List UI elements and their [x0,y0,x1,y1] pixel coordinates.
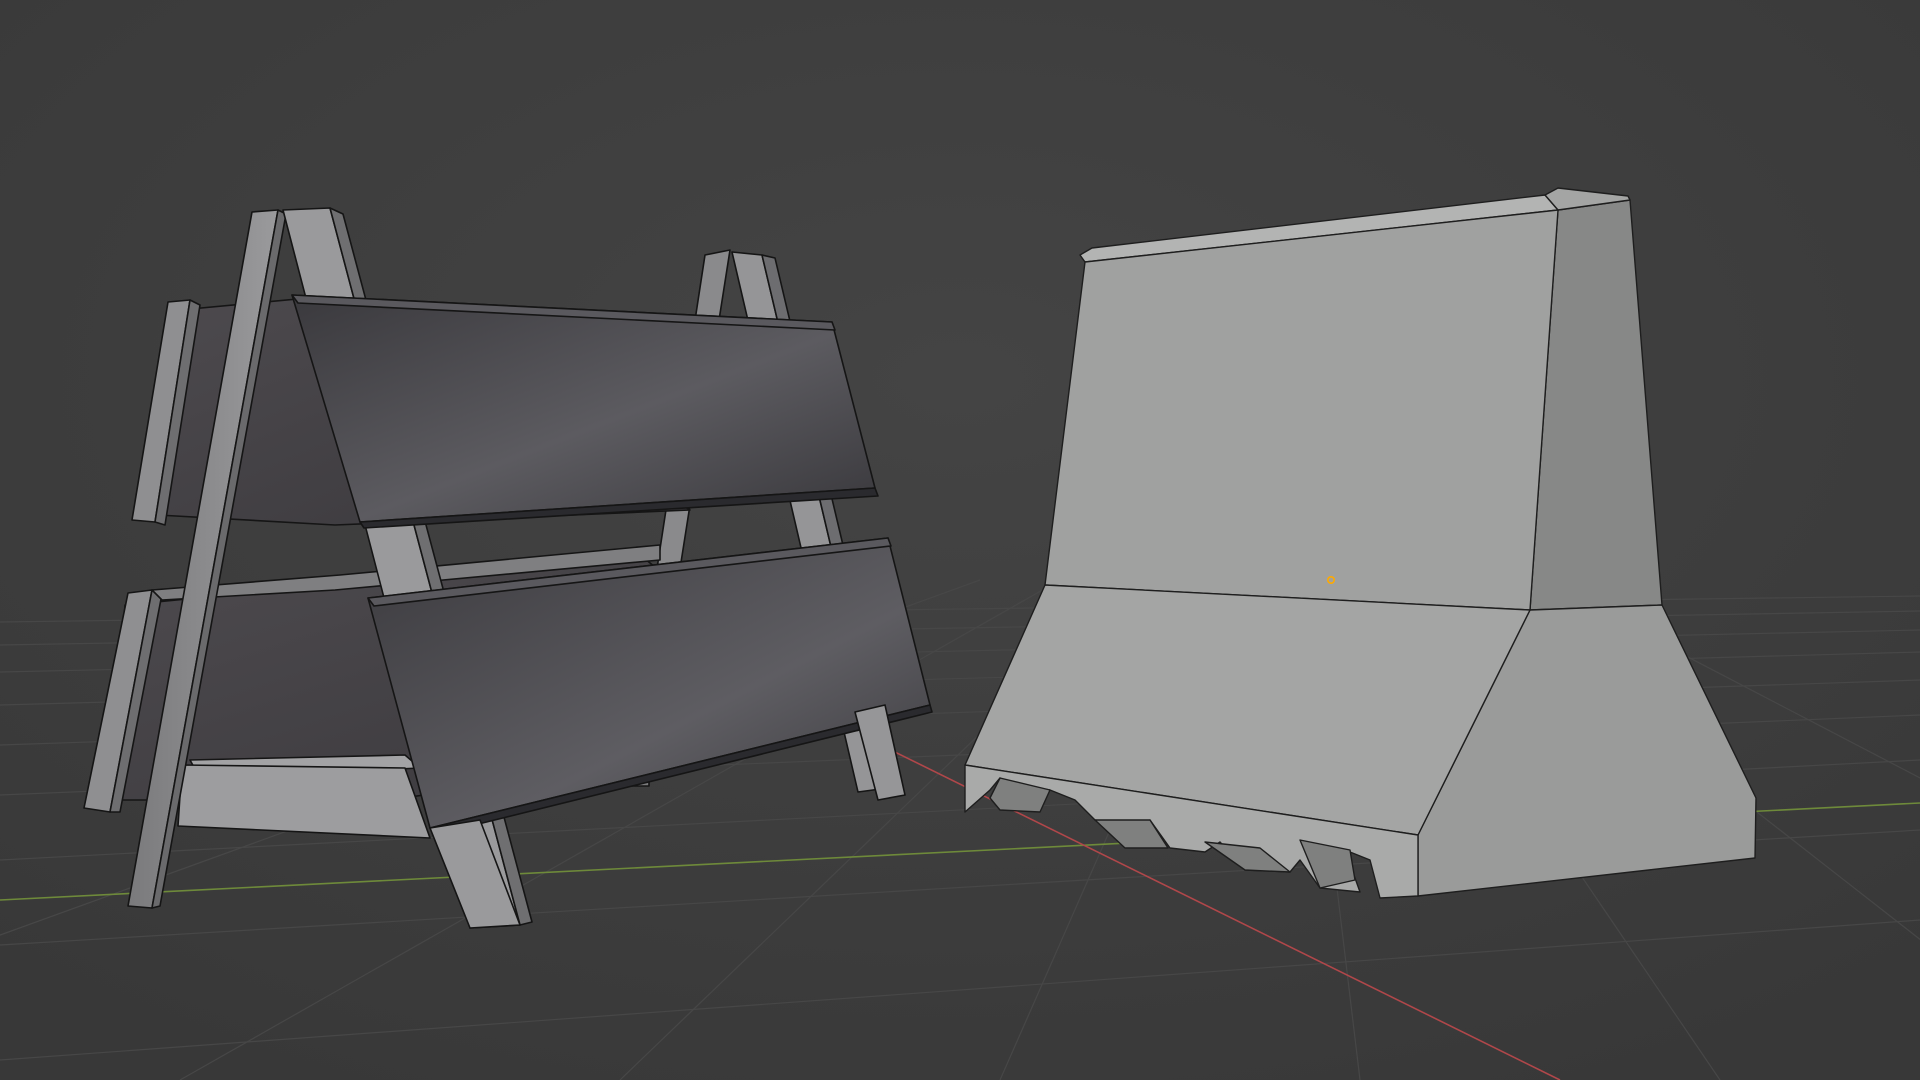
jersey-barrier[interactable] [964,187,1757,899]
front-board-upper [291,294,876,523]
bottom-crossbar [177,764,431,839]
barrier-front-upper [1044,209,1559,611]
3d-viewport[interactable] [0,0,1920,1080]
viewport-canvas[interactable] [0,0,1920,1080]
